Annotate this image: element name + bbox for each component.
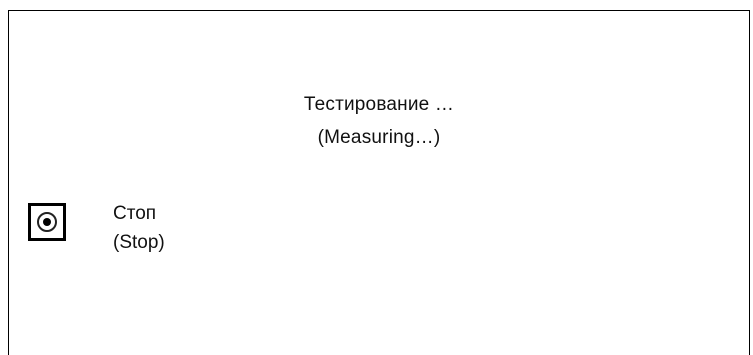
status-title-ru: Тестирование …: [303, 94, 455, 115]
stop-button[interactable]: [28, 203, 66, 241]
stop-label-en: (Stop): [113, 232, 165, 253]
stop-label: Стоп (Stop): [113, 199, 165, 257]
device-screen: Тестирование … (Measuring…) Стоп (Stop): [8, 10, 750, 355]
stop-label-ru: Стоп: [113, 203, 157, 224]
radio-dot-icon: [43, 218, 51, 226]
radio-button-icon: [37, 212, 57, 232]
status-message: Тестирование … (Measuring…): [9, 88, 749, 154]
status-title-en: (Measuring…): [317, 127, 441, 148]
